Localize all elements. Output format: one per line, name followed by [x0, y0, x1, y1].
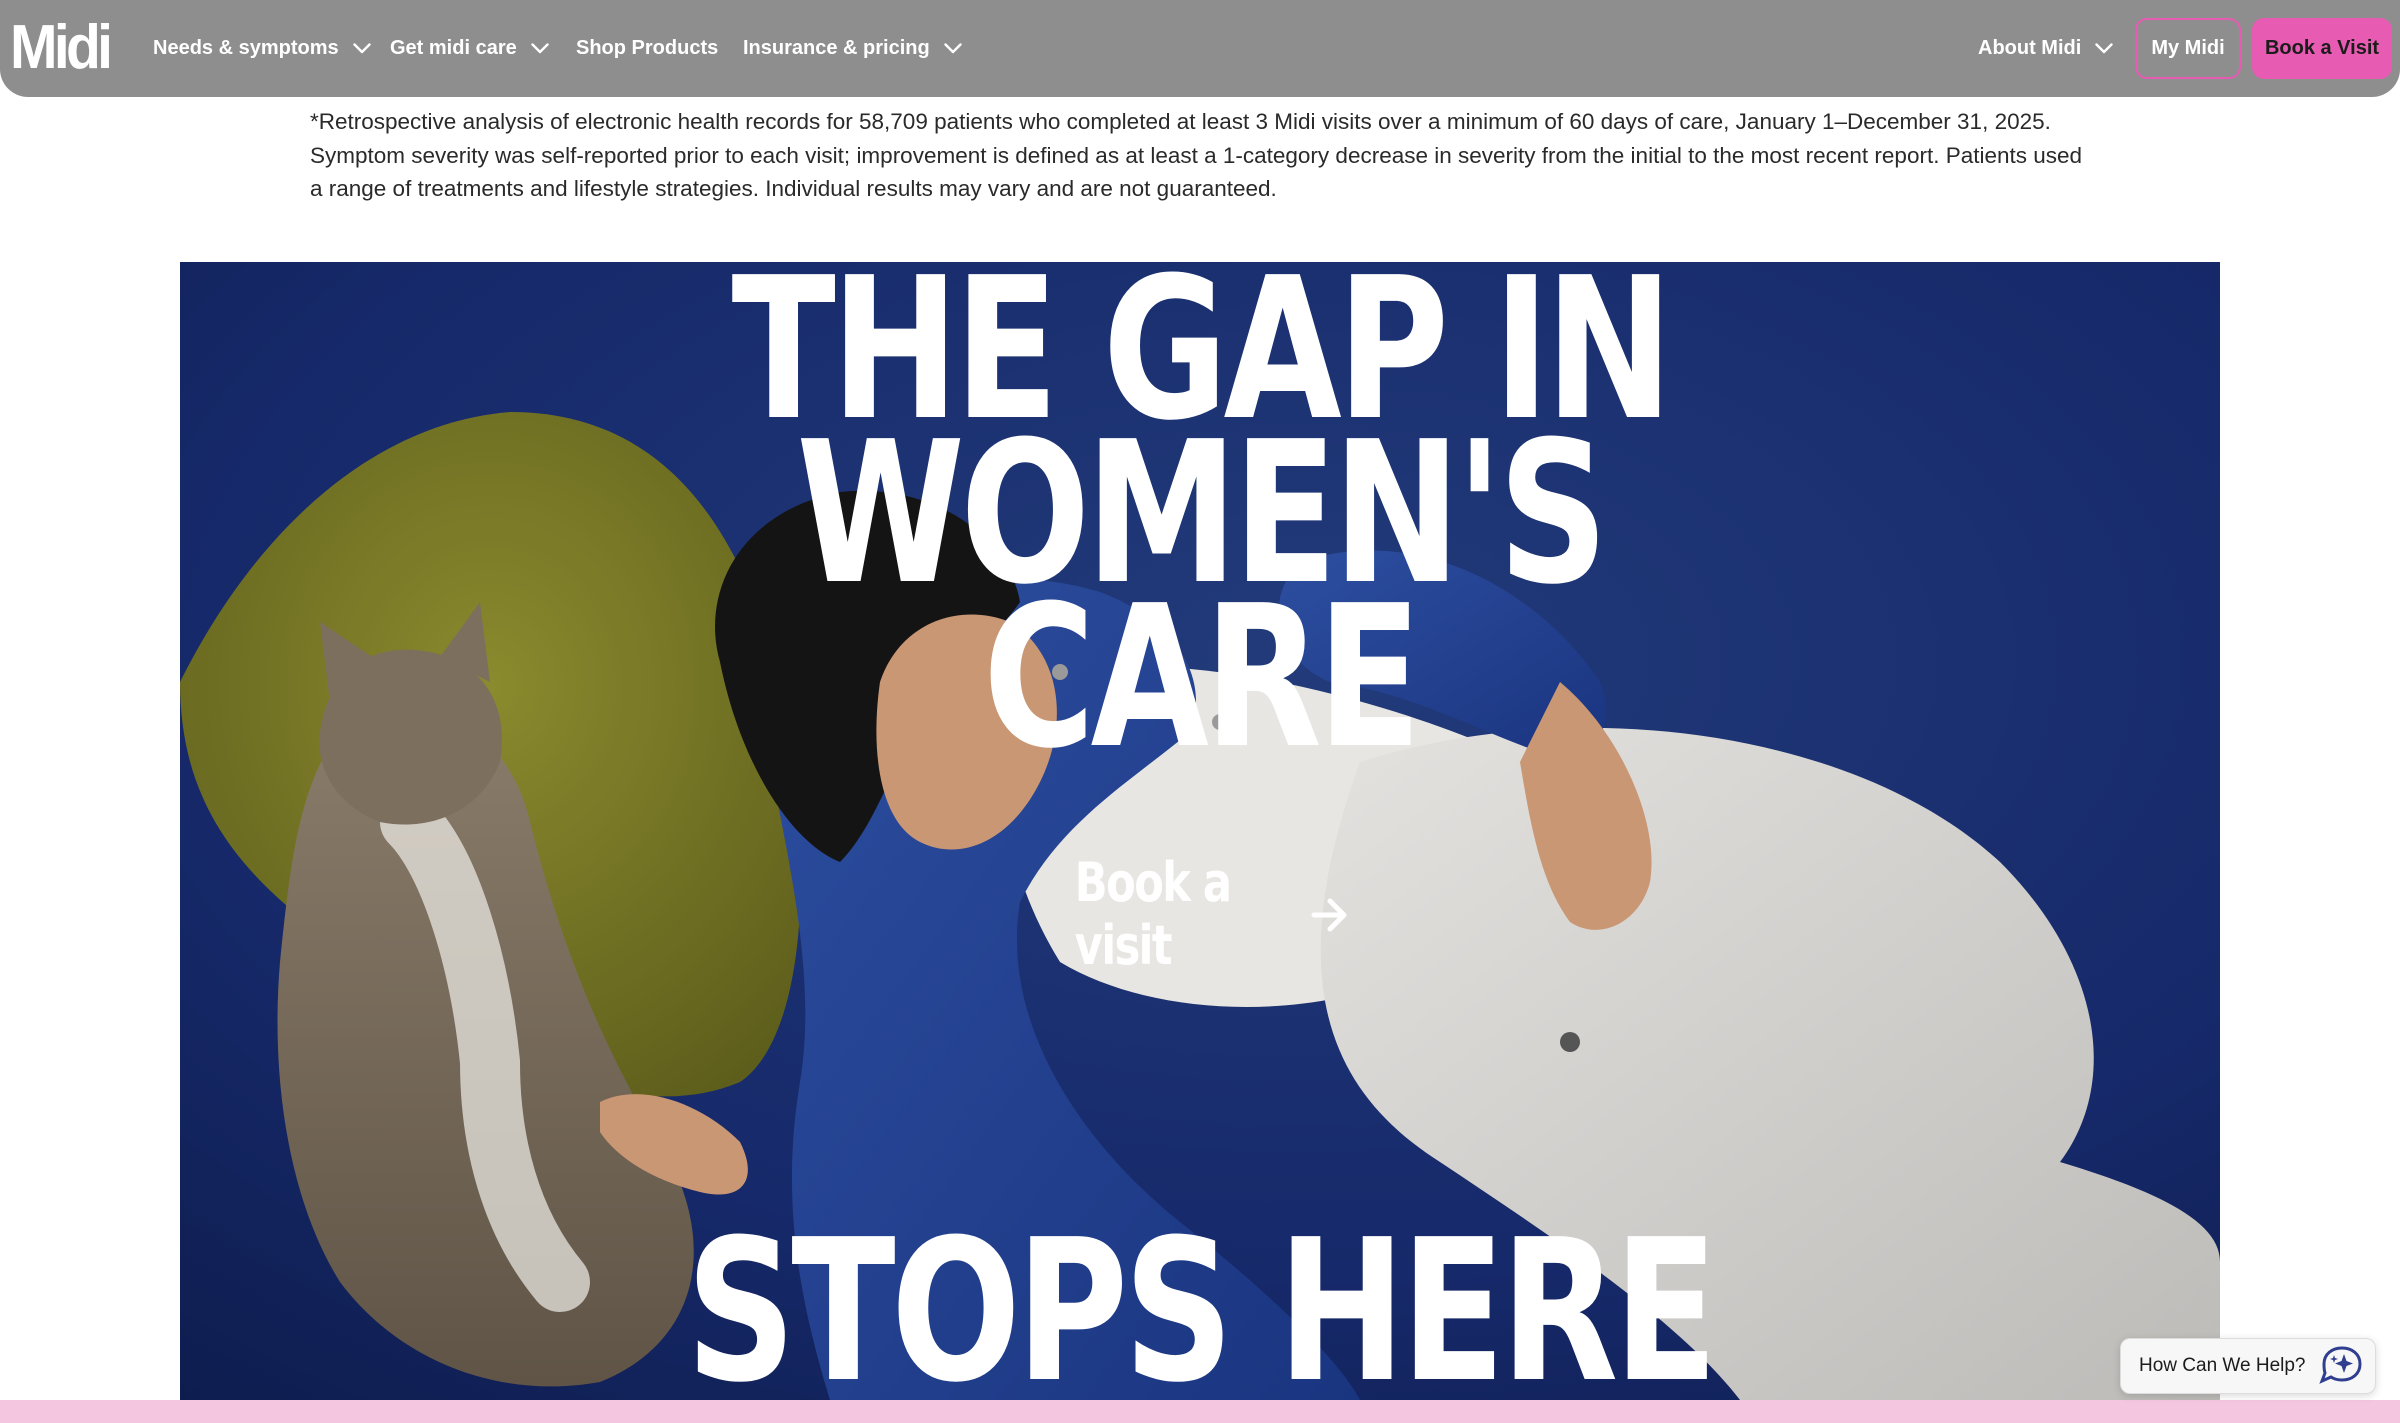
- hero-headline-line-1: THE GAP IN WOMEN'S: [731, 262, 1674, 628]
- arrow-right-icon: [1310, 883, 1350, 946]
- my-midi-button[interactable]: My Midi: [2135, 18, 2241, 79]
- nav-insurance-pricing-label: Insurance & pricing: [743, 36, 930, 59]
- midi-logo[interactable]: Midi: [10, 16, 113, 80]
- nav-needs-symptoms-label: Needs & symptoms: [153, 36, 339, 59]
- nav-about-midi[interactable]: About Midi: [1978, 30, 2114, 66]
- chevron-down-icon: [2095, 42, 2114, 54]
- bottom-color-strip: [0, 1400, 2400, 1423]
- hero-book-visit-link[interactable]: Book a visit: [1050, 851, 1350, 977]
- top-navigation-bar: Midi Needs & symptoms Get midi care Shop…: [0, 0, 2400, 97]
- book-a-visit-button[interactable]: Book a Visit: [2252, 18, 2392, 79]
- nav-shop-products-label: Shop Products: [576, 36, 719, 59]
- chevron-down-icon: [531, 42, 549, 54]
- study-disclaimer: *Retrospective analysis of electronic he…: [310, 109, 2083, 201]
- hero-headline-line-2: CARE: [983, 564, 1422, 792]
- hero-book-visit-label: Book a visit: [1074, 851, 1232, 977]
- nav-needs-symptoms[interactable]: Needs & symptoms: [153, 30, 371, 66]
- nav-insurance-pricing[interactable]: Insurance & pricing: [743, 30, 962, 66]
- help-chat-label: How Can We Help?: [2139, 1355, 2306, 1376]
- nav-get-midi-care[interactable]: Get midi care: [390, 30, 549, 66]
- chevron-down-icon: [944, 42, 962, 54]
- hero-subheadline-text: STOPS HERE: [686, 1198, 1718, 1400]
- nav-get-midi-care-label: Get midi care: [390, 36, 517, 59]
- help-chat-widget[interactable]: How Can We Help?: [2120, 1338, 2376, 1394]
- nav-shop-products[interactable]: Shop Products: [576, 30, 718, 66]
- chat-sparkle-icon: [2318, 1344, 2366, 1389]
- hero-subheadline: STOPS HERE: [180, 1198, 2220, 1400]
- hero-headline: THE GAP IN WOMEN'S CARE: [180, 262, 2220, 792]
- chevron-down-icon: [352, 42, 371, 54]
- hero-banner: THE GAP IN WOMEN'S CARE Book a visit STO…: [180, 262, 2220, 1400]
- nav-about-midi-label: About Midi: [1978, 36, 2082, 59]
